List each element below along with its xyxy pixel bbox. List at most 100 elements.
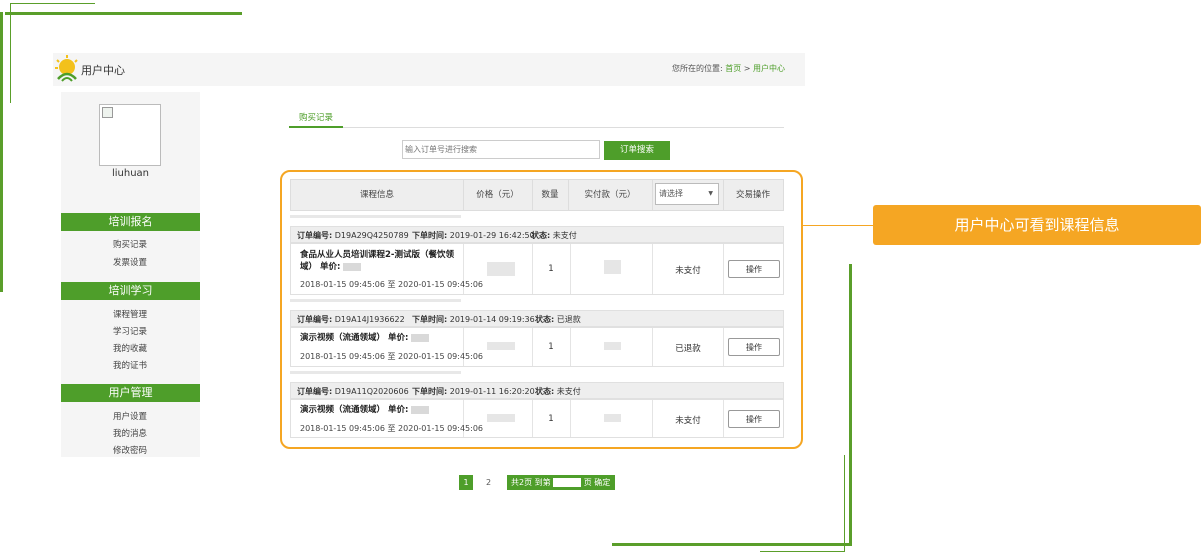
page-jump-input[interactable] (553, 478, 582, 487)
breadcrumb-separator: > (743, 64, 751, 73)
order-status: 未支付 (556, 387, 581, 396)
order-no: D19A29Q4250789 (334, 231, 409, 240)
pay-status: 已退款 (675, 344, 701, 354)
course-validity: 2018-01-15 09:45:06 至 2020-01-15 09:45:0… (300, 352, 484, 361)
col-course-info: 课程信息 (291, 180, 464, 210)
pay-status: 未支付 (675, 266, 701, 276)
qty-value: 1 (548, 264, 554, 274)
sidebar-item-messages[interactable]: 我的消息 (113, 427, 147, 439)
username: liuhuan (111, 168, 150, 179)
order-no-label: 订单编号: (297, 231, 333, 240)
order-header: 订单编号: D19A14J1936622 下单时间: 2019-01-14 09… (290, 310, 784, 327)
sidebar: liuhuan 培训报名 购买记录 发票设置 培训学习 课程管理 学习记录 我的… (61, 92, 200, 457)
order-separator (290, 299, 461, 302)
page-1-button[interactable]: 1 (459, 475, 473, 490)
callout-connector (803, 225, 873, 226)
page-jump: 共2页 到第 页 确定 (507, 475, 615, 490)
price-value (487, 342, 515, 350)
order-search-button[interactable]: 订单搜索 (604, 141, 670, 160)
sidebar-item-course-management[interactable]: 课程管理 (113, 308, 147, 320)
order-no-label: 订单编号: (297, 387, 333, 396)
decor-line-bottom-thin (760, 551, 845, 552)
order-row: 食品从业人员培训课程2-测试版（餐饮领 域） 单价: 2018-01-15 09… (290, 243, 784, 295)
order-no: D19A14J1936622 (334, 315, 405, 324)
sidebar-section-user-management: 用户管理 (61, 384, 200, 402)
page-2-link[interactable]: 2 (486, 475, 491, 490)
sidebar-item-favorites[interactable]: 我的收藏 (113, 342, 147, 354)
sidebar-item-study-records[interactable]: 学习记录 (113, 325, 147, 337)
decor-line-top-thin (10, 3, 95, 4)
decor-line-bottom (612, 543, 852, 546)
pay-status: 未支付 (675, 416, 701, 426)
callout-label: 用户中心可看到课程信息 (873, 205, 1201, 245)
order-status: 已退款 (556, 315, 581, 324)
order-no: D19A11Q2020606 (334, 387, 409, 396)
order-separator (290, 371, 461, 374)
breadcrumb-prefix: 您所在的位置: (671, 64, 723, 73)
qty-value: 1 (548, 342, 554, 352)
col-paid: 实付款（元） (568, 180, 653, 210)
order-action-button[interactable]: 操作 (728, 260, 780, 278)
order-header: 订单编号: D19A29Q4250789 下单时间: 2019-01-29 16… (290, 226, 784, 243)
order-status-label: 状态: (531, 231, 551, 240)
order-status-label: 状态: (535, 387, 555, 396)
sidebar-item-purchase-records[interactable]: 购买记录 (113, 238, 147, 250)
order-no-label: 订单编号: (297, 315, 333, 324)
sidebar-item-certificates[interactable]: 我的证书 (113, 359, 147, 371)
page-total-text: 共2页 到第 (511, 478, 551, 487)
order-row: 演示视频（流通领域） 单价: 2018-01-15 09:45:06 至 202… (290, 327, 784, 367)
breadcrumb-current[interactable]: 用户中心 (753, 64, 785, 73)
page-confirm-button[interactable]: 页 确定 (584, 478, 611, 487)
breadcrumb: 您所在的位置: 首页 > 用户中心 (672, 63, 785, 74)
price-value (487, 414, 515, 422)
order-time: 2019-01-11 16:20:20 (449, 387, 535, 396)
order-time: 2019-01-14 09:19:36 (449, 315, 535, 324)
status-select[interactable]: 请选择 ▼ (655, 183, 719, 205)
logo-icon (55, 55, 78, 82)
order-header: 订单编号: D19A11Q2020606 下单时间: 2019-01-11 16… (290, 382, 784, 399)
order-action-button[interactable]: 操作 (728, 338, 780, 356)
order-time: 2019-01-29 16:42:50 (449, 231, 535, 240)
order-action-button[interactable]: 操作 (728, 410, 780, 428)
course-validity: 2018-01-15 09:45:06 至 2020-01-15 09:45:0… (300, 424, 484, 433)
order-search-input[interactable] (402, 140, 600, 159)
order-status-label: 状态: (535, 315, 555, 324)
course-title[interactable]: 食品从业人员培训课程2-测试版（餐饮领 域） 单价: (300, 249, 454, 273)
decor-line-top (5, 12, 242, 15)
broken-image-icon (102, 107, 113, 118)
qty-value: 1 (548, 414, 554, 424)
tab-divider (289, 127, 784, 128)
breadcrumb-home-link[interactable]: 首页 (725, 64, 741, 73)
order-time-label: 下单时间: (412, 315, 448, 324)
decor-line-right-thin (844, 455, 845, 552)
sidebar-item-invoice-settings[interactable]: 发票设置 (113, 256, 147, 268)
dropdown-arrow-icon: ▼ (708, 190, 713, 197)
decor-line-left (0, 12, 3, 292)
decor-line-left-thin (10, 3, 11, 103)
order-separator (290, 215, 461, 218)
price-value (487, 262, 515, 276)
course-validity: 2018-01-15 09:45:06 至 2020-01-15 09:45:0… (300, 280, 484, 289)
order-time-label: 下单时间: (412, 231, 448, 240)
order-time-label: 下单时间: (412, 387, 448, 396)
col-qty: 数量 (532, 180, 569, 210)
paid-value (604, 414, 621, 422)
tab-active-underline (289, 126, 343, 128)
header-bar: 用户中心 您所在的位置: 首页 > 用户中心 (53, 53, 805, 86)
course-title[interactable]: 演示视频（流通领域） 单价: (300, 332, 430, 344)
avatar (99, 104, 161, 166)
order-row: 演示视频（流通领域） 单价: 2018-01-15 09:45:06 至 202… (290, 399, 784, 438)
col-price: 价格（元） (463, 180, 533, 210)
sidebar-section-training-signup: 培训报名 (61, 213, 200, 231)
sidebar-item-user-settings[interactable]: 用户设置 (113, 410, 147, 422)
col-action: 交易操作 (735, 190, 770, 200)
decor-line-right (849, 264, 852, 546)
paid-value (604, 342, 621, 350)
status-select-value: 请选择 (659, 189, 683, 198)
sidebar-item-change-password[interactable]: 修改密码 (113, 444, 147, 456)
paid-value (604, 260, 621, 274)
sidebar-section-training-study: 培训学习 (61, 282, 200, 300)
course-title[interactable]: 演示视频（流通领域） 单价: (300, 404, 430, 416)
app-title: 用户中心 (81, 64, 125, 77)
tab-purchase-records[interactable]: 购买记录 (299, 111, 333, 123)
